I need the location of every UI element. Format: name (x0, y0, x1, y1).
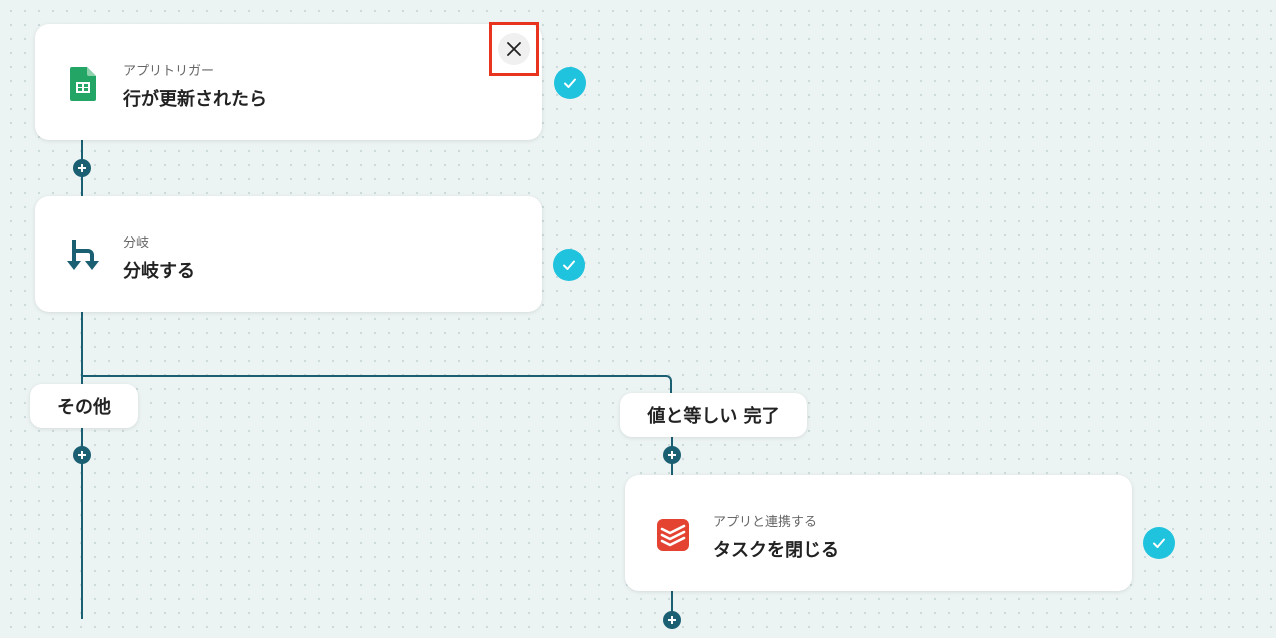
close-highlight (489, 22, 539, 76)
add-step-button-match[interactable] (663, 446, 681, 464)
plus-icon (668, 616, 676, 624)
trigger-check-icon (554, 67, 586, 99)
action-card[interactable]: アプリと連携する タスクを閉じる (625, 475, 1132, 591)
branch-check-icon (553, 249, 585, 281)
close-icon (507, 42, 521, 56)
plus-icon (78, 451, 86, 459)
trigger-card-title: 行が更新されたら (123, 89, 267, 110)
connector-corner (662, 375, 672, 393)
branch-card[interactable]: 分岐 分岐する (35, 196, 542, 312)
close-button[interactable] (498, 33, 530, 65)
add-step-button[interactable] (73, 159, 91, 177)
action-card-type: アプリと連携する (713, 515, 818, 530)
plus-icon (668, 451, 676, 459)
branch-card-type: 分岐 (123, 236, 150, 251)
trigger-card-type: アプリトリガー (123, 64, 215, 79)
action-check-icon (1143, 527, 1175, 559)
plus-icon (78, 164, 86, 172)
google-sheets-icon (65, 66, 101, 102)
branch-label-other[interactable]: その他 (30, 384, 138, 428)
todoist-icon (655, 517, 691, 553)
add-step-button-after-action[interactable] (663, 611, 681, 629)
connector-line-horizontal (81, 375, 667, 377)
branch-card-title: 分岐する (123, 261, 195, 282)
action-card-title: タスクを閉じる (713, 540, 839, 561)
trigger-card[interactable]: アプリトリガー 行が更新されたら (35, 24, 542, 140)
branch-icon (65, 238, 101, 274)
branch-label-match[interactable]: 値と等しい 完了 (620, 393, 807, 437)
connector-line-branch-left (81, 312, 83, 619)
add-step-button-other[interactable] (73, 446, 91, 464)
